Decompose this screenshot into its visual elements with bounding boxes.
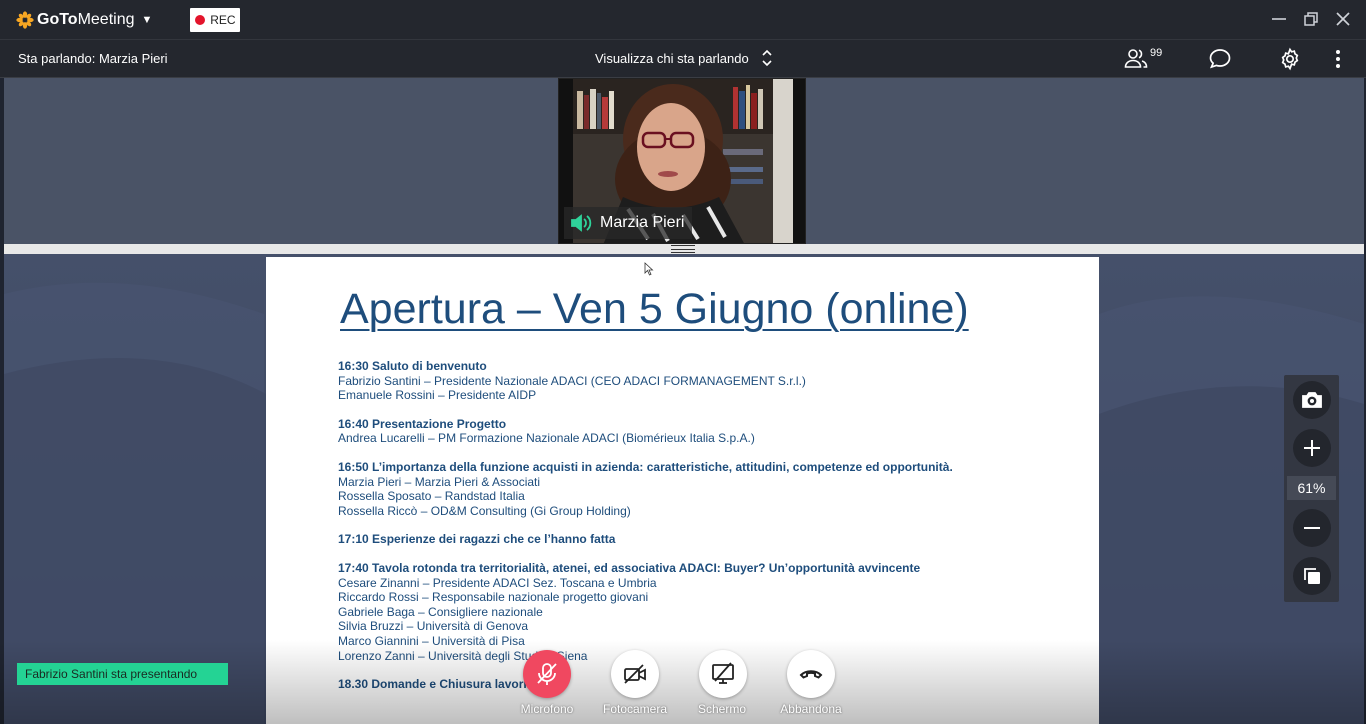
microphone-muted-icon bbox=[537, 663, 557, 685]
gotomeeting-logo-icon bbox=[16, 10, 34, 29]
agenda-speaker: Marzia Pieri – Marzia Pieri & Associati bbox=[338, 474, 541, 489]
screen-label: Schermo bbox=[697, 702, 747, 716]
participants-count: 99 bbox=[1150, 47, 1163, 59]
agenda-speaker: Rossella Sposato – Randstad Italia bbox=[338, 489, 525, 504]
camera-button[interactable] bbox=[611, 650, 659, 698]
record-dot-icon bbox=[195, 14, 206, 25]
snapshot-button[interactable] bbox=[1293, 381, 1331, 419]
slide-title: Apertura – Ven 5 Giugno (online) bbox=[340, 285, 969, 333]
microphone-label: Microfono bbox=[520, 702, 574, 716]
agenda-speaker: Gabriele Baga – Consigliere nazionale bbox=[338, 604, 543, 619]
app-name: GoToMeeting bbox=[37, 10, 135, 28]
agenda-item-time-title: 16:40 Presentazione Progetto bbox=[338, 416, 507, 431]
agenda-speaker: Fabrizio Santini – Presidente Nazionale … bbox=[338, 373, 806, 388]
minimize-icon[interactable] bbox=[1270, 8, 1288, 30]
agenda-item: 16:40 Presentazione Progetto Andrea Luca… bbox=[338, 417, 1078, 446]
agenda-item-time-title: 17:10 Esperienze dei ragazzi che ce l’ha… bbox=[338, 532, 616, 547]
title-bar: GoToMeeting ▼ REC bbox=[0, 0, 1366, 40]
agenda-speaker: Emanuele Rossini – Presidente AIDP bbox=[338, 388, 537, 403]
app-menu[interactable]: GoToMeeting ▼ bbox=[16, 11, 152, 29]
mouse-cursor-icon bbox=[644, 262, 654, 276]
copy-window-icon bbox=[1304, 568, 1320, 584]
agenda-item-time-title: 17:40 Tavola rotonda tra territorialità,… bbox=[338, 560, 921, 575]
agenda-speaker: Rossella Riccò – OD&M Consulting (Gi Gro… bbox=[338, 503, 631, 518]
camera-snapshot-icon bbox=[1302, 392, 1322, 408]
agenda-item: 17:40 Tavola rotonda tra territorialità,… bbox=[338, 561, 1078, 663]
restore-icon[interactable] bbox=[1302, 8, 1320, 30]
speaker-video-tile[interactable]: Marzia Pieri bbox=[558, 78, 806, 244]
speaker-name-tag: Marzia Pieri bbox=[564, 207, 693, 239]
zoom-level: 61% bbox=[1287, 476, 1336, 500]
screen-share-off-icon bbox=[712, 662, 734, 684]
agenda-speaker: Riccardo Rossi – Responsabile nazionale … bbox=[338, 590, 649, 605]
resize-handle[interactable] bbox=[671, 245, 695, 253]
meeting-toolbar: Sta parlando: Marzia Pieri Visualizza ch… bbox=[0, 40, 1366, 78]
view-mode-selector[interactable]: Visualizza chi sta parlando bbox=[595, 49, 773, 67]
active-speaker-label: Sta parlando: Marzia Pieri bbox=[18, 51, 168, 66]
close-icon[interactable] bbox=[1334, 8, 1352, 30]
agenda-speaker: Marco Giannini – Università di Pisa bbox=[338, 633, 525, 648]
leave-meeting-button[interactable] bbox=[787, 650, 835, 698]
hang-up-phone-icon bbox=[799, 670, 823, 679]
camera-label: Fotocamera bbox=[602, 702, 668, 716]
fit-to-window-button[interactable] bbox=[1293, 557, 1331, 595]
more-vertical-icon[interactable] bbox=[1328, 47, 1348, 71]
camera-off-icon bbox=[624, 664, 646, 684]
agenda-item-time-title: 16:30 Saluto di benvenuto bbox=[338, 359, 487, 373]
participants-button[interactable]: 99 bbox=[1124, 46, 1162, 70]
rec-label: REC bbox=[210, 12, 236, 27]
agenda-item-time-title: 16:50 L’importanza della funzione acquis… bbox=[338, 459, 953, 474]
minus-icon bbox=[1304, 527, 1320, 529]
chevron-down-icon: ▼ bbox=[141, 13, 153, 26]
agenda-item: 16:30 Saluto di benvenuto Fabrizio Santi… bbox=[338, 359, 1078, 403]
agenda-item: 16:50 L’importanza della funzione acquis… bbox=[338, 460, 1078, 518]
agenda-speaker: Silvia Bruzzi – Università di Genova bbox=[338, 619, 529, 634]
speaker-volume-icon bbox=[571, 214, 592, 232]
participants-icon bbox=[1124, 49, 1148, 68]
presentation-slide: Apertura – Ven 5 Giugno (online) 16:30 S… bbox=[266, 257, 1099, 724]
zoom-in-button[interactable] bbox=[1293, 429, 1331, 467]
zoom-panel: 61% bbox=[1284, 375, 1339, 602]
chat-icon[interactable] bbox=[1208, 47, 1232, 71]
agenda-speaker: Cesare Zinanni – Presidente ADACI Sez. T… bbox=[338, 575, 657, 590]
leave-label: Abbandona bbox=[780, 702, 842, 716]
view-mode-label: Visualizza chi sta parlando bbox=[595, 50, 749, 66]
speaker-name: Marzia Pieri bbox=[600, 214, 685, 231]
screen-share-button[interactable] bbox=[699, 650, 747, 698]
recording-badge: REC bbox=[190, 7, 241, 32]
gear-icon[interactable] bbox=[1278, 47, 1302, 71]
microphone-button[interactable] bbox=[523, 650, 571, 698]
presenter-banner: Fabrizio Santini sta presentando bbox=[17, 663, 228, 685]
up-down-chevron-icon bbox=[762, 49, 772, 67]
agenda-item: 17:10 Esperienze dei ragazzi che ce l’ha… bbox=[338, 532, 1078, 547]
window-controls bbox=[1270, 8, 1352, 30]
plus-icon bbox=[1304, 440, 1320, 456]
zoom-out-button[interactable] bbox=[1293, 509, 1331, 547]
agenda-speaker: Andrea Lucarelli – PM Formazione Naziona… bbox=[338, 431, 755, 446]
